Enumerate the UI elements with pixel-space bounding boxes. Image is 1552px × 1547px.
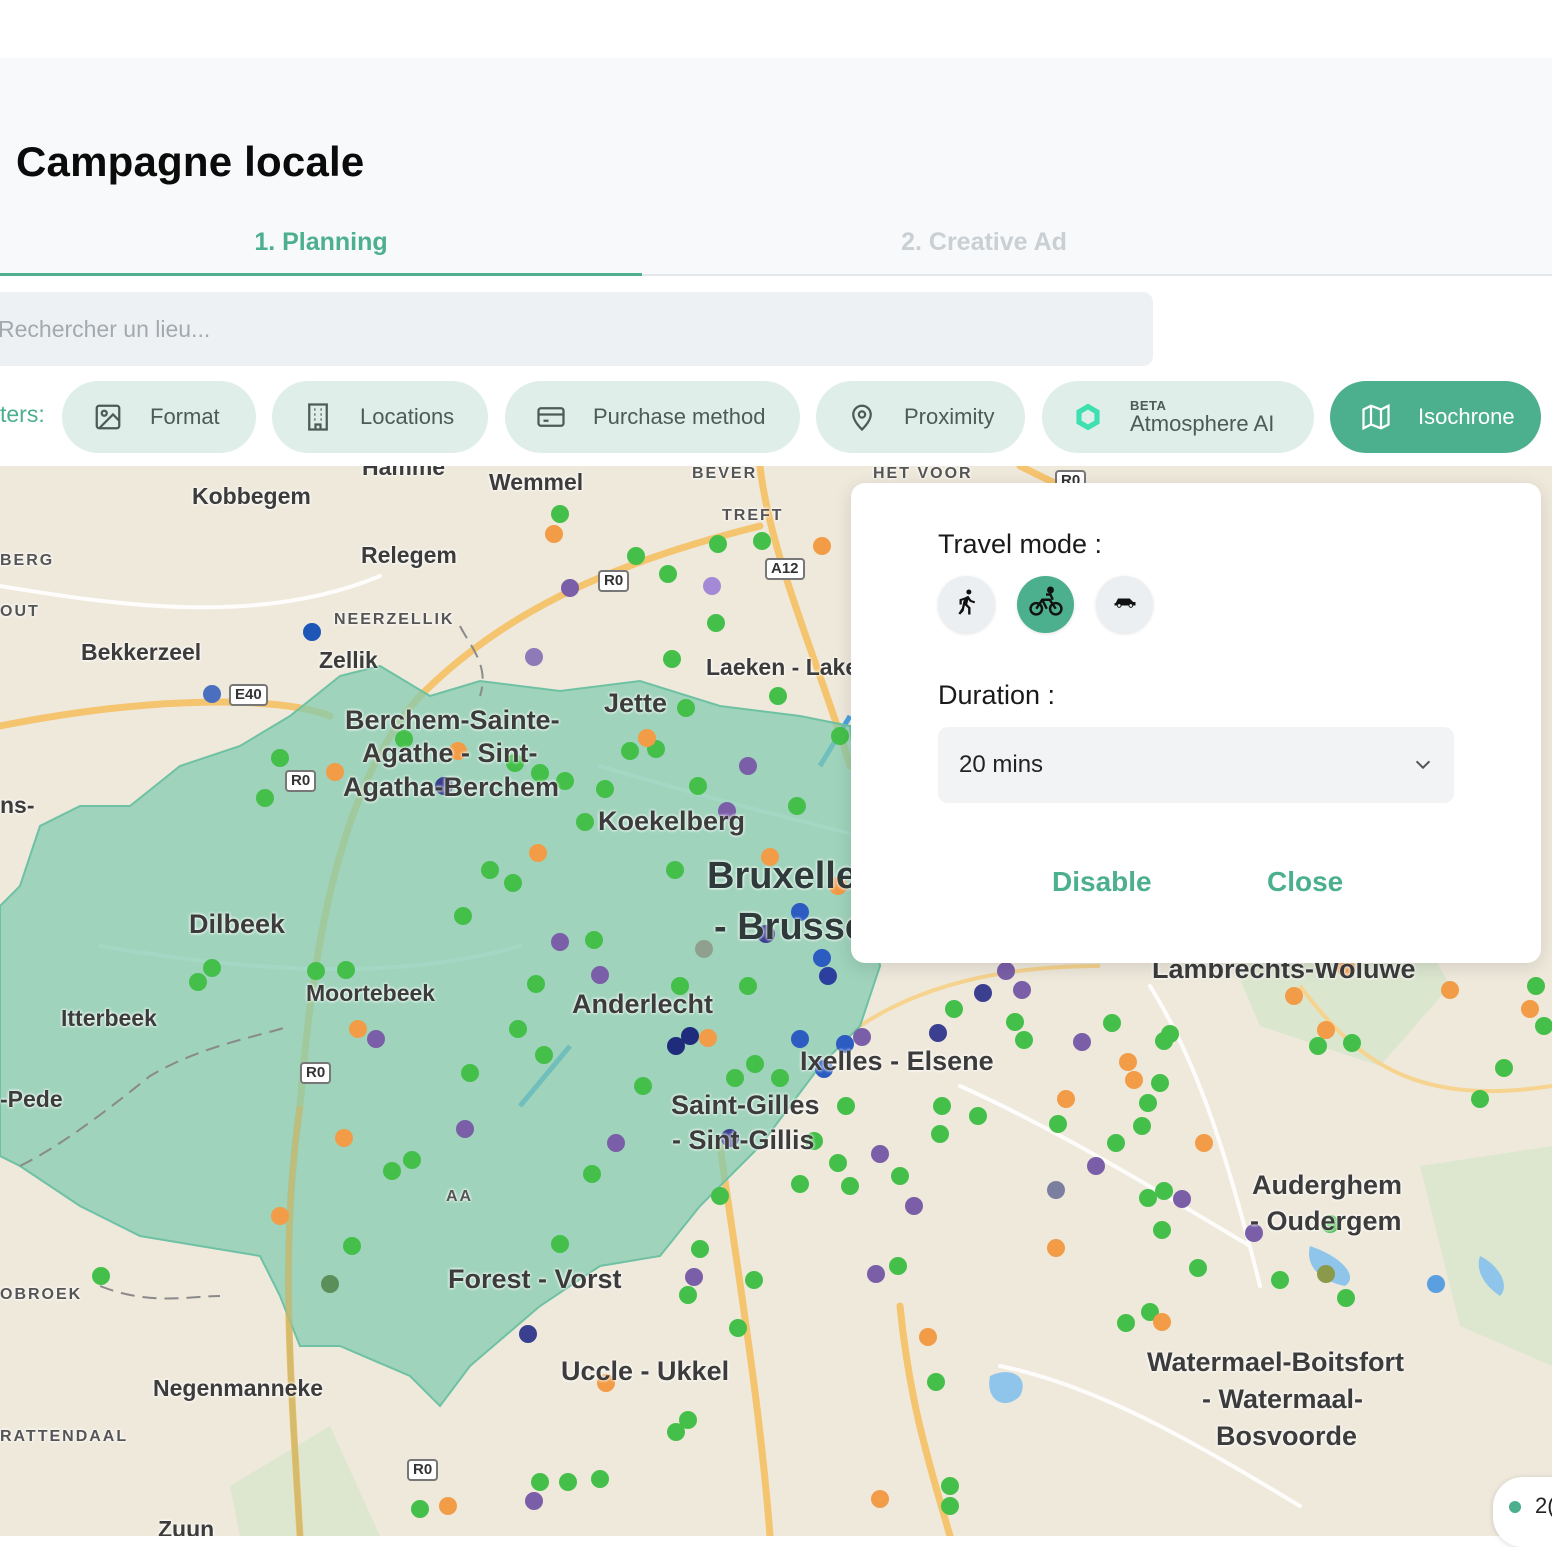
map-label: Dilbeek bbox=[189, 909, 286, 939]
filter-atmosphere-ai-label: Atmosphere AI bbox=[1130, 411, 1275, 437]
map-label: Kobbegem bbox=[192, 483, 311, 509]
map-label: NEERZELLIK bbox=[334, 611, 455, 628]
tab-creative-ad[interactable]: 2. Creative Ad bbox=[642, 222, 1326, 274]
credit-card-icon bbox=[535, 401, 567, 433]
map-label: - Watermaal- bbox=[1202, 1384, 1364, 1414]
close-button[interactable]: Close bbox=[1267, 866, 1343, 898]
isochrone-panel: Travel mode : Duration : 20 mins Disable… bbox=[851, 483, 1541, 963]
map-label: HET VOOR bbox=[873, 466, 973, 482]
map-label: Wemmel bbox=[489, 469, 584, 495]
map-label: Anderlecht bbox=[572, 989, 714, 1019]
chevron-down-icon bbox=[1412, 754, 1434, 783]
map-label: - Sint-Gillis bbox=[672, 1125, 815, 1155]
filter-isochrone-label: Isochrone bbox=[1418, 404, 1515, 429]
disable-button[interactable]: Disable bbox=[1052, 866, 1152, 898]
walking-icon bbox=[952, 587, 982, 622]
status-dot bbox=[1509, 1501, 1521, 1513]
walking-mode-button[interactable] bbox=[938, 576, 995, 633]
top-bar bbox=[0, 0, 1552, 58]
duration-value: 20 mins bbox=[959, 751, 1044, 778]
map-label: Forest - Vorst bbox=[448, 1264, 622, 1294]
image-icon bbox=[92, 401, 124, 433]
page-title: Campagne locale bbox=[16, 138, 365, 185]
map-label: Bekkerzeel bbox=[81, 639, 202, 665]
filter-purchase-method-button[interactable]: Purchase method bbox=[505, 381, 800, 453]
map-label: Auderghem bbox=[1252, 1170, 1403, 1200]
map-label: Laeken - Laken bbox=[706, 654, 873, 680]
bicycle-icon bbox=[1028, 584, 1064, 625]
car-icon bbox=[1111, 588, 1139, 621]
cycling-mode-button[interactable] bbox=[1017, 576, 1074, 633]
map-label: - Oudergem bbox=[1250, 1206, 1402, 1236]
map-label: Zellik bbox=[319, 647, 378, 673]
duration-label: Duration : bbox=[938, 680, 1056, 710]
map-label: Zuun bbox=[158, 1516, 215, 1536]
map-label: Berchem-Sainte- bbox=[345, 705, 560, 735]
map-label: Watermael-Boitsfort bbox=[1147, 1347, 1405, 1377]
map-label: Hamme bbox=[362, 466, 446, 480]
legend-text: 2( bbox=[1535, 1493, 1552, 1518]
hexagon-icon bbox=[1072, 401, 1104, 433]
building-icon bbox=[302, 401, 334, 433]
active-tab-indicator bbox=[0, 273, 642, 276]
map-label: OBROEK bbox=[0, 1286, 83, 1303]
search-input[interactable] bbox=[0, 292, 1153, 366]
road-shield: R0 bbox=[300, 1062, 332, 1084]
legend-badge: 2( bbox=[1493, 1477, 1552, 1547]
map-label: Negenmanneke bbox=[153, 1375, 324, 1401]
beta-badge: BETA bbox=[1130, 397, 1167, 413]
map-label: Agathe - Sint- bbox=[362, 738, 538, 768]
travel-mode-label: Travel mode : bbox=[938, 529, 1103, 559]
filter-proximity-button[interactable]: Proximity bbox=[816, 381, 1025, 453]
map-icon bbox=[1360, 401, 1392, 433]
map-label: TREFT bbox=[722, 507, 784, 524]
filter-proximity-label: Proximity bbox=[904, 404, 995, 429]
tab-planning[interactable]: 1. Planning bbox=[0, 222, 642, 274]
road-shield: R0 bbox=[598, 570, 630, 592]
map-label: -Pede bbox=[0, 1086, 63, 1112]
map-label: Relegem bbox=[361, 542, 457, 568]
map-label: Bosvoorde bbox=[1216, 1421, 1358, 1451]
map-label: BEVER bbox=[692, 466, 758, 482]
map-label: ns- bbox=[0, 792, 35, 818]
map-label: BERG bbox=[0, 552, 55, 569]
duration-select[interactable]: 20 mins bbox=[938, 727, 1454, 803]
map-label: Saint-Gilles bbox=[671, 1090, 820, 1120]
filter-format-label: Format bbox=[150, 404, 220, 429]
filters-label: ters: bbox=[0, 401, 45, 427]
map-pin-icon bbox=[846, 401, 878, 433]
filter-locations-label: Locations bbox=[360, 404, 455, 429]
tab-divider bbox=[642, 274, 1552, 276]
map-label: Itterbeek bbox=[61, 1005, 157, 1031]
filter-locations-button[interactable]: Locations bbox=[272, 381, 488, 453]
road-shield: R0 bbox=[407, 1459, 439, 1481]
map-label: OUT bbox=[0, 603, 40, 620]
road-shield: A12 bbox=[765, 558, 805, 580]
map-label: Moortebeek bbox=[306, 980, 436, 1006]
map-label: Koekelberg bbox=[598, 806, 746, 836]
map-label: AA bbox=[446, 1188, 474, 1205]
filter-atmosphere-ai-button[interactable]: BETA Atmosphere AI bbox=[1042, 381, 1314, 453]
map-label: Agatha-Berchem bbox=[343, 772, 560, 802]
map-label: Uccle - Ukkel bbox=[561, 1356, 730, 1386]
filter-isochrone-button[interactable]: Isochrone bbox=[1330, 381, 1541, 453]
filter-format-button[interactable]: Format bbox=[62, 381, 256, 453]
map-label: RATTENDAAL bbox=[0, 1428, 129, 1445]
driving-mode-button[interactable] bbox=[1096, 576, 1153, 633]
map-label: Jette bbox=[604, 688, 668, 718]
map-label: Ixelles - Elsene bbox=[800, 1046, 994, 1076]
filter-purchase-method-label: Purchase method bbox=[593, 404, 766, 429]
road-shield: E40 bbox=[229, 684, 268, 706]
road-shield: R0 bbox=[285, 770, 317, 792]
